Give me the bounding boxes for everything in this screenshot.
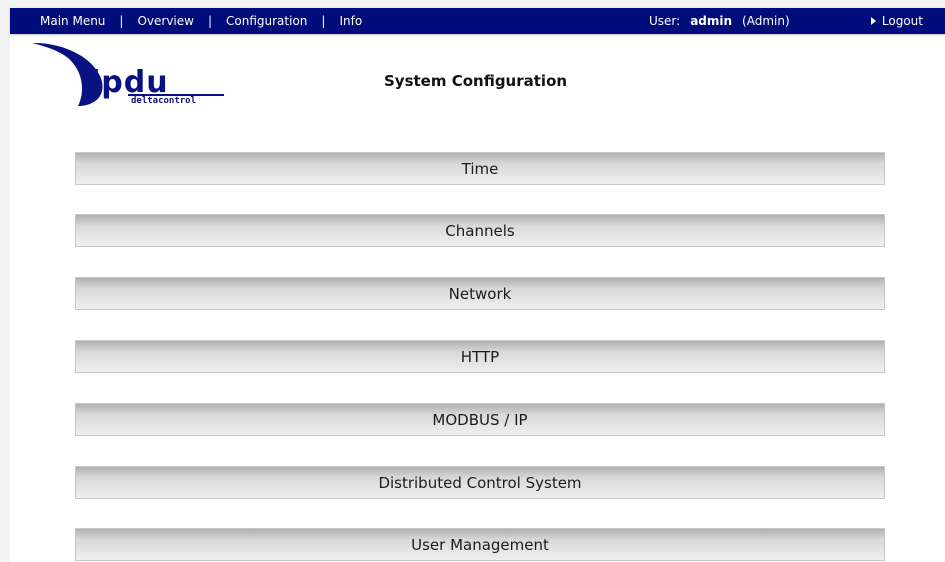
user-name: admin	[690, 14, 733, 28]
user-role: (Admin)	[742, 14, 790, 28]
ipdu-logo: ipdu deltacontrol	[32, 42, 224, 106]
nav-overview[interactable]: Overview	[137, 14, 194, 28]
nav-configuration[interactable]: Configuration	[226, 14, 307, 28]
top-navigation-bar: Main Menu | Overview | Configuration | I…	[10, 8, 945, 34]
channels-button[interactable]: Channels	[75, 214, 885, 247]
modbus-ip-button[interactable]: MODBUS / IP	[75, 403, 885, 436]
network-button[interactable]: Network	[75, 277, 885, 310]
page-title: System Configuration	[384, 72, 568, 90]
main-nav: Main Menu | Overview | Configuration | I…	[40, 8, 362, 34]
user-management-button[interactable]: User Management	[75, 528, 885, 561]
nav-main-menu[interactable]: Main Menu	[40, 14, 105, 28]
nav-separator: |	[119, 14, 124, 28]
nav-separator: |	[321, 14, 326, 28]
user-label: User:	[649, 14, 681, 28]
http-button[interactable]: HTTP	[75, 340, 885, 373]
time-button[interactable]: Time	[75, 152, 885, 185]
nav-info[interactable]: Info	[339, 14, 362, 28]
logout-link[interactable]: Logout	[870, 8, 923, 34]
nav-separator: |	[207, 14, 213, 28]
user-info: User: admin (Admin)	[649, 8, 790, 34]
logo-sub-text: deltacontrol	[131, 96, 196, 106]
arrow-right-icon	[870, 17, 876, 25]
logout-label: Logout	[881, 14, 923, 28]
distributed-control-system-button[interactable]: Distributed Control System	[75, 466, 885, 499]
